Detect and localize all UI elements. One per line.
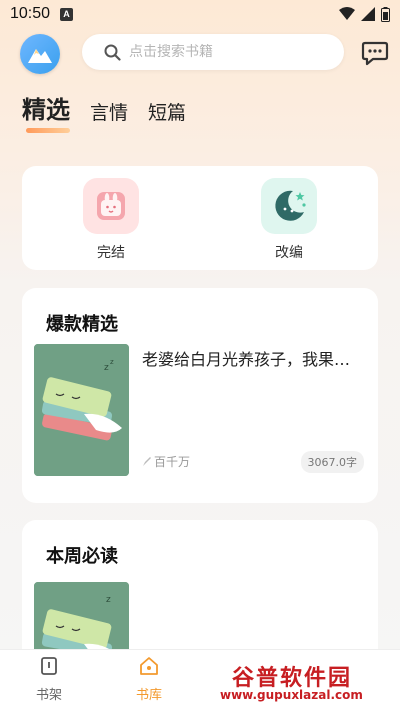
- category-adapted[interactable]: 改编: [239, 178, 339, 262]
- svg-text:z: z: [104, 363, 109, 373]
- app-logo[interactable]: [20, 34, 60, 74]
- top-bar: [0, 32, 400, 74]
- book-cover-illustration: z z: [34, 344, 129, 476]
- wifi-icon: [339, 7, 355, 20]
- tab-featured[interactable]: 精选: [22, 90, 70, 133]
- status-bar: 10:50 A: [0, 0, 400, 28]
- message-icon[interactable]: [361, 40, 389, 66]
- book-title[interactable]: 老婆给白月光养孩子，我果断离婚: [142, 346, 362, 370]
- rabbit-book-icon: [97, 192, 125, 220]
- mountain-logo-icon: [28, 49, 52, 63]
- active-tab-underline: [26, 128, 70, 133]
- svg-text:z: z: [106, 595, 111, 605]
- hot-picks-title: 爆款精选: [46, 314, 118, 335]
- nav-library[interactable]: 书库: [119, 656, 179, 703]
- weekly-title: 本周必读: [46, 546, 118, 567]
- category-adapted-icon-box: [261, 178, 317, 234]
- search-input[interactable]: [129, 44, 329, 60]
- nav-bookshelf-label: 书架: [35, 688, 62, 703]
- notification-indicator: A: [60, 7, 74, 21]
- nav-bookshelf[interactable]: 书架: [19, 656, 79, 703]
- watermark-url: www.gupuxlazal.com: [220, 688, 363, 702]
- search-bar[interactable]: [82, 34, 344, 70]
- hot-picks-section: 爆款精选 z z 老婆给白月光养孩子，我果断离婚 百千万 3067.0字: [22, 288, 378, 503]
- category-adapted-label: 改编: [275, 245, 303, 261]
- battery-icon: [381, 6, 390, 22]
- bookshelf-icon: [41, 657, 57, 675]
- category-tabs: 精选 言情 短篇: [22, 90, 186, 133]
- book-author: 百千万: [142, 453, 190, 470]
- category-completed[interactable]: 完结: [61, 178, 161, 262]
- word-count-badge: 3067.0字: [300, 451, 364, 473]
- tab-short-stories[interactable]: 短篇: [148, 98, 186, 125]
- category-completed-label: 完结: [97, 245, 125, 261]
- signal-icon: [361, 7, 375, 21]
- tab-featured-label: 精选: [22, 96, 70, 124]
- pen-icon: [143, 457, 151, 466]
- category-card: 完结 改编: [22, 166, 378, 270]
- category-completed-icon-box: [83, 178, 139, 234]
- moon-stars-icon: [275, 190, 306, 221]
- nav-library-label: 书库: [135, 688, 162, 703]
- section-title: 本周必读: [46, 542, 118, 570]
- search-icon: [104, 44, 121, 61]
- library-icon: [140, 657, 158, 675]
- svg-text:z: z: [110, 358, 114, 366]
- tab-romance[interactable]: 言情: [90, 98, 128, 125]
- book-cover[interactable]: z z: [34, 344, 129, 476]
- section-title: 爆款精选: [46, 310, 118, 338]
- status-time: 10:50: [10, 5, 51, 22]
- author-name: 百千万: [154, 455, 191, 469]
